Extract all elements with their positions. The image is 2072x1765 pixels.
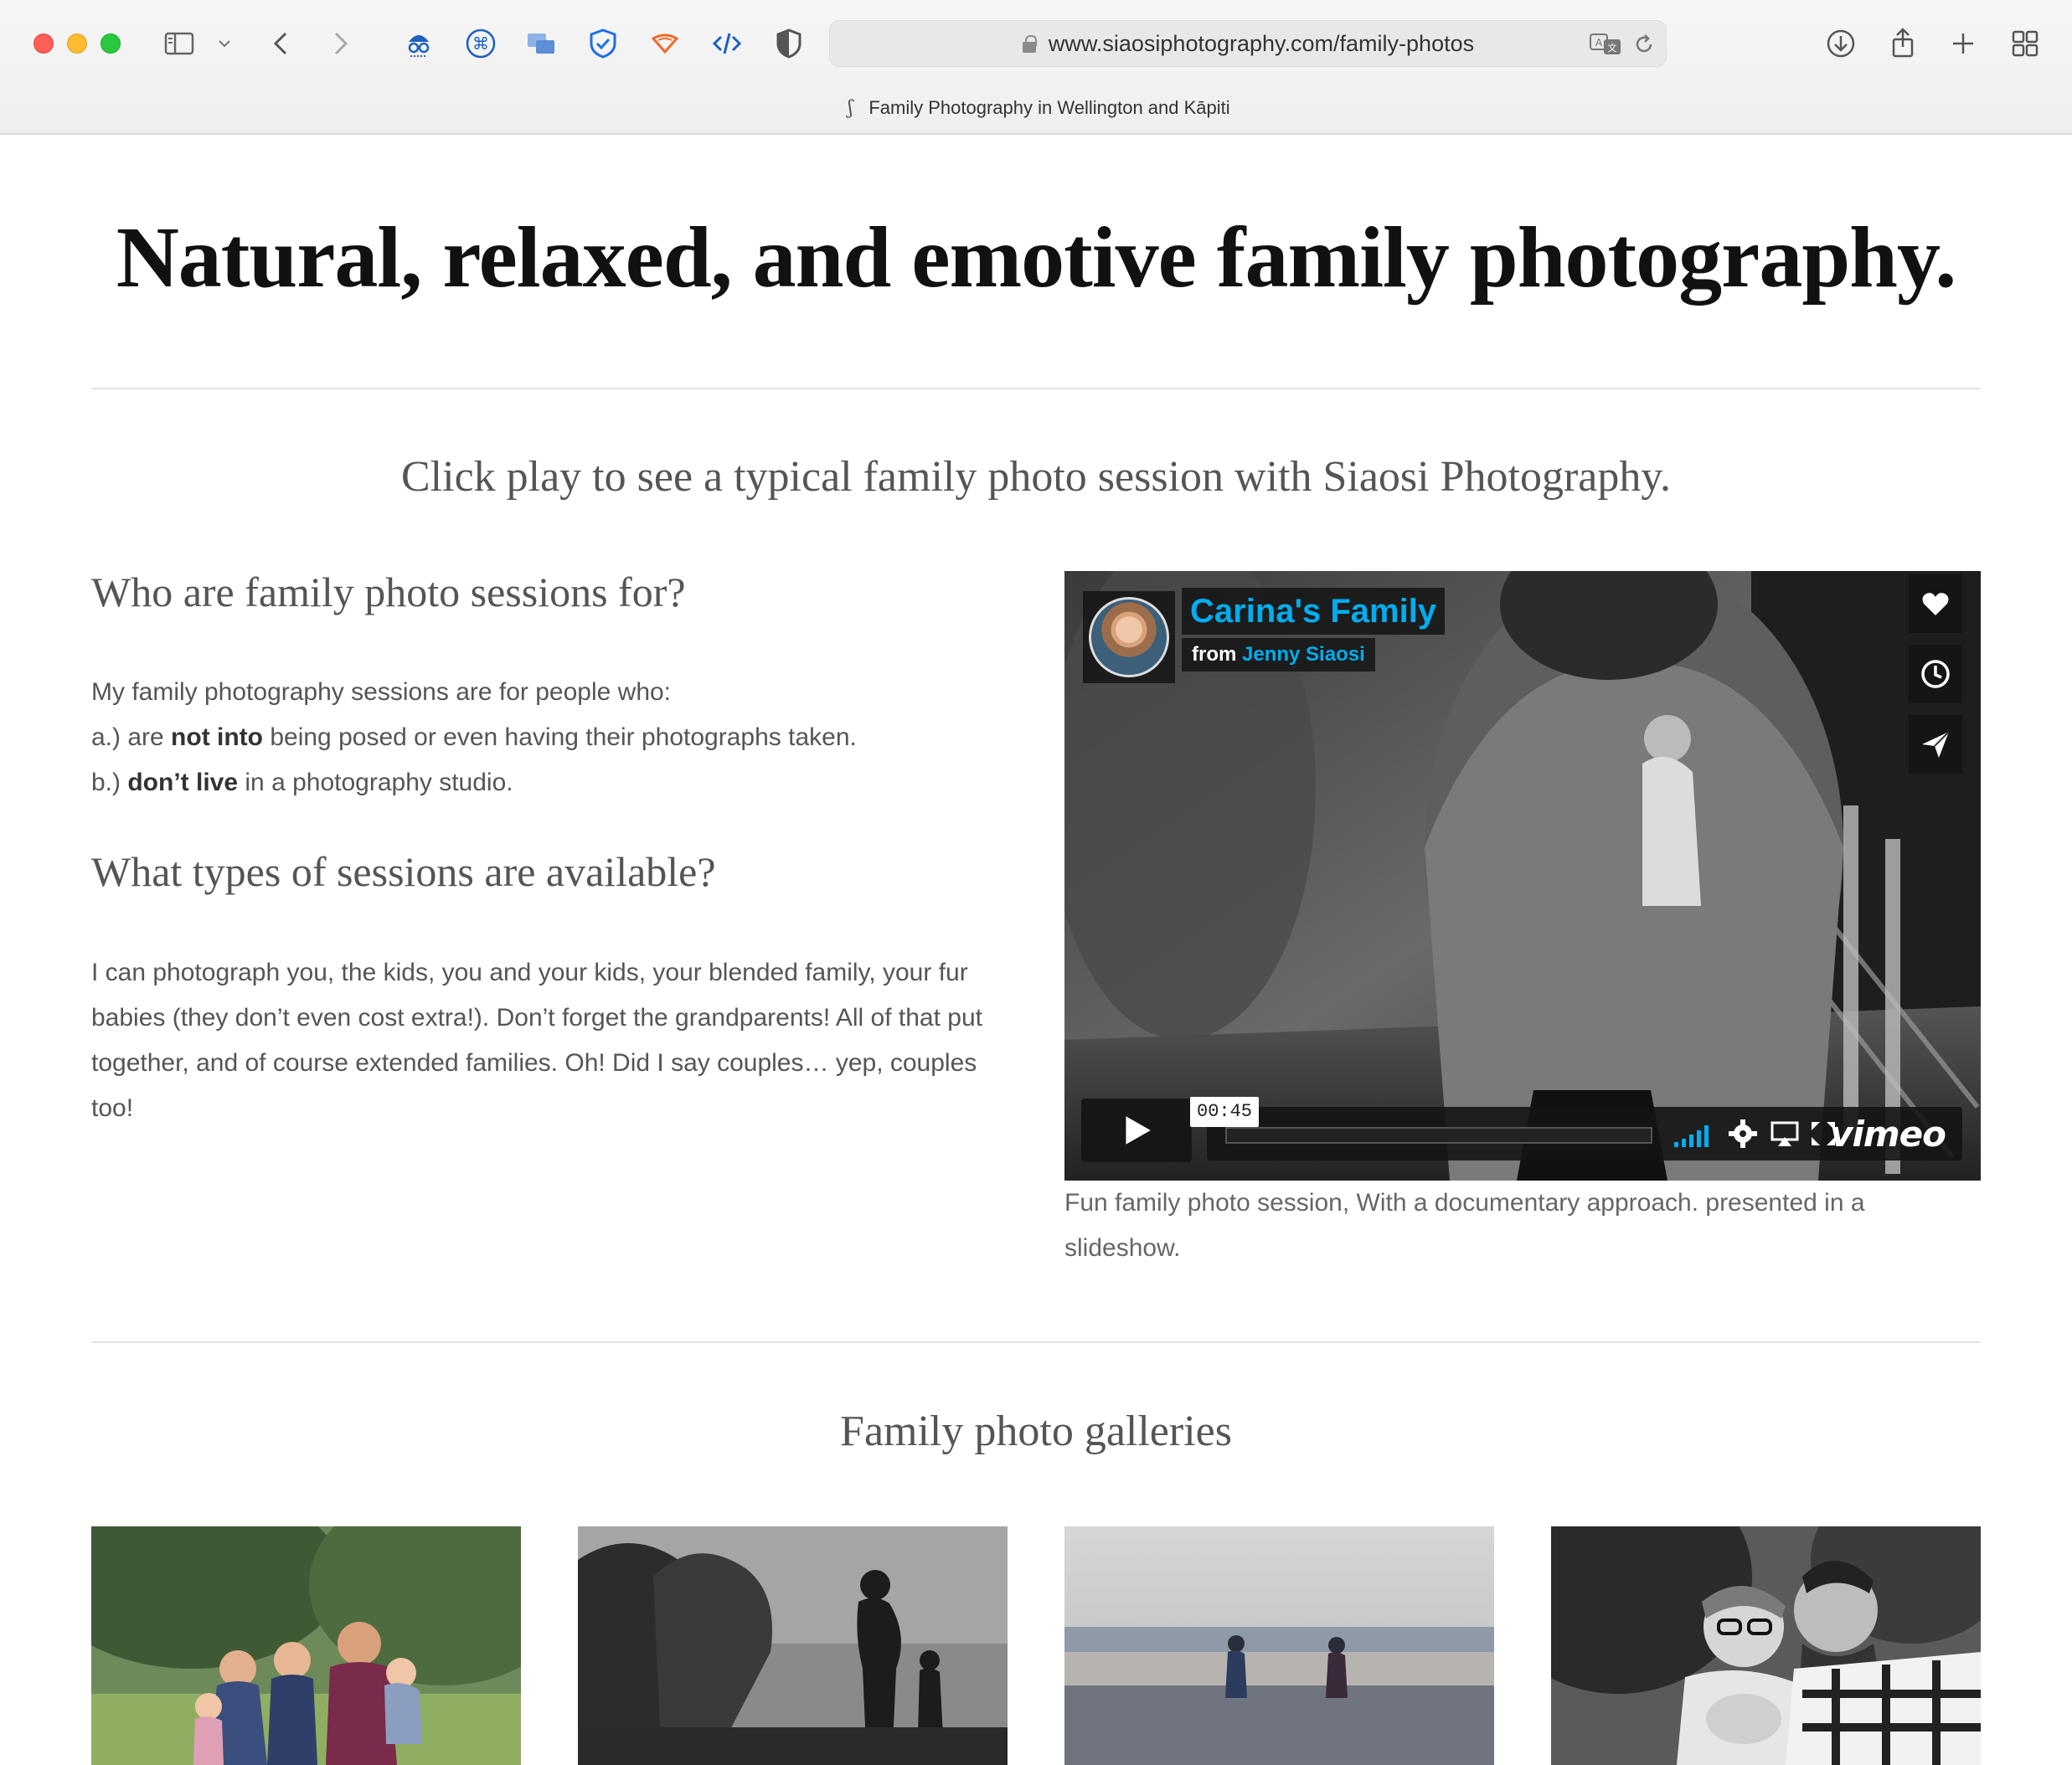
- progress-bar[interactable]: [1225, 1127, 1652, 1144]
- watch-later-button[interactable]: [1909, 645, 1962, 703]
- galleries-heading: Family photo galleries: [840, 1407, 1232, 1455]
- downloads-icon[interactable]: [1819, 22, 1863, 65]
- vimeo-logo[interactable]: vimeo: [1830, 1114, 1946, 1155]
- video-caption: Fun family photo session, With a documen…: [1064, 1189, 1865, 1262]
- page-title: Natural, relaxed, and emotive family pho…: [116, 209, 1957, 306]
- chevron-down-icon[interactable]: [208, 22, 241, 65]
- code-extension-icon[interactable]: [705, 22, 749, 65]
- browser-toolbar: ⌘ www.siaosiphotography.com/family-photo…: [0, 0, 2072, 135]
- gallery-thumbnail[interactable]: [91, 1526, 521, 1765]
- text: a.) are: [91, 723, 172, 751]
- author-avatar[interactable]: [1083, 591, 1175, 683]
- video-duration: 00:45: [1190, 1097, 1260, 1127]
- svg-text:⌘: ⌘: [472, 33, 489, 54]
- sidebar-toggle-icon[interactable]: [157, 22, 201, 65]
- heart-icon: [1922, 593, 1949, 615]
- wipr-extension-icon[interactable]: [643, 22, 687, 65]
- translate-icon[interactable]: A文: [1589, 31, 1622, 58]
- new-tab-icon[interactable]: [1941, 22, 1985, 65]
- divider: [91, 388, 1981, 389]
- who-paragraph: My family photography sessions are for p…: [91, 670, 1021, 805]
- minimize-window-button[interactable]: [67, 33, 87, 54]
- gallery-thumbnail[interactable]: [1551, 1526, 1981, 1765]
- share-icon[interactable]: [1881, 22, 1925, 65]
- forward-icon[interactable]: [318, 22, 362, 65]
- command-extension-icon[interactable]: ⌘: [459, 22, 503, 65]
- avatar-image: [1089, 597, 1169, 677]
- reload-icon[interactable]: [1632, 33, 1656, 56]
- airplay-icon[interactable]: [1770, 1119, 1800, 1149]
- like-button[interactable]: [1909, 574, 1962, 633]
- video-title[interactable]: Carina's Family: [1182, 588, 1446, 635]
- lock-icon: [1022, 34, 1037, 53]
- from-label: from: [1192, 643, 1237, 666]
- svg-text:文: 文: [1608, 42, 1617, 54]
- family-park-photo: [91, 1526, 521, 1765]
- section-heading-types: What types of sessions are available?: [91, 848, 716, 895]
- spy-extension-icon[interactable]: [397, 22, 441, 65]
- zoom-window-button[interactable]: [101, 33, 121, 54]
- paper-plane-icon: [1922, 731, 1950, 758]
- emphasis: not into: [171, 723, 263, 751]
- back-icon[interactable]: [260, 22, 303, 65]
- close-window-button[interactable]: [34, 33, 54, 54]
- site-favicon-icon: ʃ: [848, 98, 853, 119]
- video-byline: from Jenny Siaosi: [1182, 638, 1375, 672]
- video-intro-text: Click play to see a typical family photo…: [401, 453, 1671, 501]
- gallery-thumbnail[interactable]: [1064, 1526, 1494, 1765]
- url-text: www.siaosiphotography.com/family-photos: [1048, 30, 1475, 56]
- emphasis: don’t live: [127, 769, 239, 796]
- text: in a photography studio.: [238, 769, 513, 796]
- share-video-button[interactable]: [1909, 715, 1962, 774]
- parents-newborn-photo: [1551, 1526, 1981, 1765]
- volume-icon[interactable]: [1673, 1119, 1714, 1149]
- tab-title[interactable]: ʃ Family Photography in Wellington and Kā…: [0, 97, 2072, 119]
- address-bar[interactable]: www.siaosiphotography.com/family-photos …: [829, 20, 1667, 67]
- silhouette-mother-child-photo: [578, 1526, 1008, 1765]
- beach-children-photo: [1064, 1526, 1494, 1765]
- tab-title-text: Family Photography in Wellington and Kāp…: [868, 97, 1230, 118]
- play-button[interactable]: [1081, 1099, 1192, 1162]
- svg-text:A: A: [1595, 37, 1603, 49]
- author-link[interactable]: Jenny Siaosi: [1242, 643, 1365, 666]
- gallery-thumbnail[interactable]: [578, 1526, 1008, 1765]
- play-icon: [1126, 1116, 1151, 1145]
- video-control-bar: vimeo: [1207, 1107, 1962, 1160]
- text: b.): [91, 769, 128, 796]
- privacy-shield-icon[interactable]: [767, 22, 811, 65]
- shield-check-icon[interactable]: [581, 22, 625, 65]
- text: being posed or even having their photogr…: [263, 723, 857, 751]
- who-line-3: b.) don’t live in a photography studio.: [91, 760, 1021, 805]
- who-line-2: a.) are not into being posed or even hav…: [91, 715, 1021, 760]
- who-line-1: My family photography sessions are for p…: [91, 678, 672, 706]
- clock-icon: [1921, 660, 1950, 688]
- settings-gear-icon[interactable]: [1728, 1119, 1758, 1149]
- types-paragraph: I can photograph you, the kids, you and …: [91, 959, 982, 1122]
- divider: [91, 1341, 1981, 1343]
- tab-overview-icon[interactable]: [2003, 22, 2047, 65]
- vimeo-video-player[interactable]: Carina's Family from Jenny Siaosi vimeo …: [1064, 571, 1981, 1181]
- screens-extension-icon[interactable]: [519, 22, 563, 65]
- section-heading-who: Who are family photo sessions for?: [91, 569, 686, 615]
